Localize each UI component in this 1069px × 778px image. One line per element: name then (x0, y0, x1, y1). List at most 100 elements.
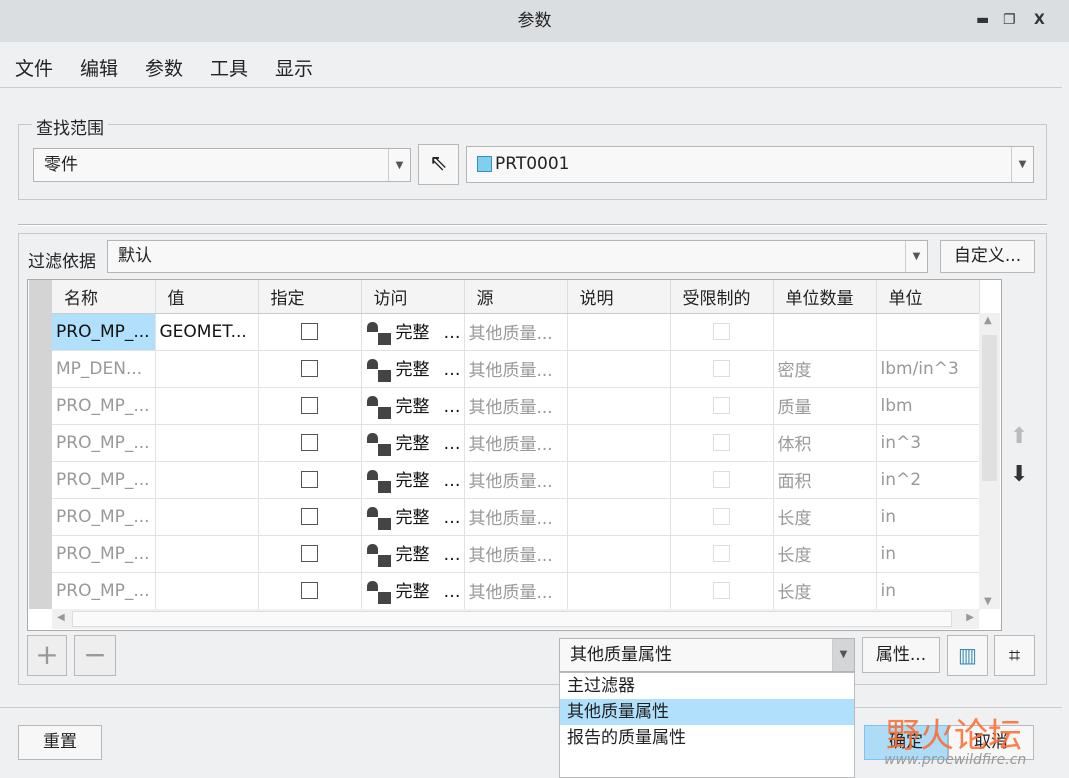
unit-cell[interactable]: in (876, 535, 980, 573)
menu-edit[interactable]: 编辑 (80, 54, 118, 81)
name-cell[interactable]: PRO_MP_... (52, 572, 156, 610)
scroll-thumb[interactable] (982, 335, 997, 481)
maximize-button[interactable]: ❐ (1003, 12, 1016, 28)
column-header[interactable]: 受限制的 (670, 280, 774, 314)
designate-checkbox[interactable] (301, 360, 318, 377)
table-columns-button[interactable]: ▥ (947, 635, 988, 676)
menu-parameters[interactable]: 参数 (145, 54, 183, 81)
table-row[interactable]: PRO_MP_... 完整 … 其他质量... 质量 lbm (52, 387, 980, 425)
description-cell[interactable] (567, 461, 671, 499)
value-cell[interactable] (155, 461, 259, 499)
option-other-mass-properties[interactable]: 其他质量属性 (560, 699, 854, 725)
unit-cell[interactable]: in (876, 572, 980, 610)
table-row[interactable]: MP_DEN... 完整 … 其他质量... 密度 lbm/in^3 (52, 350, 980, 388)
scope-type-select[interactable]: 零件 ▼ (33, 148, 411, 182)
column-header[interactable]: 访问 (361, 280, 465, 314)
designate-checkbox[interactable] (301, 545, 318, 562)
column-header[interactable]: 说明 (567, 280, 671, 314)
scroll-thumb[interactable] (72, 611, 952, 627)
customize-button[interactable]: 自定义... (940, 240, 1035, 273)
model-select[interactable]: PRT0001 ▼ (466, 146, 1034, 183)
description-cell[interactable] (567, 498, 671, 536)
access-cell[interactable]: 完整… (361, 387, 465, 425)
parameters-grid: 名称值指定 访问源说明 受限制的 单位数量 单位 PRO_MP_... GEOMET...… (52, 280, 980, 610)
value-cell[interactable] (155, 387, 259, 425)
close-button[interactable]: X (1034, 12, 1045, 28)
table-row[interactable]: PRO_MP_... GEOMET... 完整 … 其他质量... (52, 313, 980, 351)
column-header[interactable]: 单位 (876, 280, 980, 314)
designate-checkbox[interactable] (301, 434, 318, 451)
unit-cell[interactable] (876, 313, 980, 351)
value-cell[interactable] (155, 572, 259, 610)
unit-cell[interactable]: in^2 (876, 461, 980, 499)
value-cell[interactable]: GEOMET... (155, 313, 259, 351)
column-header[interactable]: 源 (464, 280, 568, 314)
table-row[interactable]: PRO_MP_... 完整 … 其他质量... 长度 in (52, 498, 980, 536)
designate-checkbox[interactable] (301, 323, 318, 340)
option-main-filter[interactable]: 主过滤器 (560, 673, 854, 699)
restricted-checkbox (713, 545, 730, 562)
source-cell: 其他质量... (464, 424, 568, 462)
unit-cell[interactable]: in^3 (876, 424, 980, 462)
name-cell[interactable]: PRO_MP_... (52, 498, 156, 536)
vertical-scrollbar[interactable]: ▲ ▼ (979, 313, 1000, 609)
name-cell[interactable]: PRO_MP_... (52, 424, 156, 462)
designate-checkbox[interactable] (301, 508, 318, 525)
column-header[interactable]: 单位数量 (773, 280, 877, 314)
value-cell[interactable] (155, 498, 259, 536)
description-cell[interactable] (567, 350, 671, 388)
description-cell[interactable] (567, 387, 671, 425)
move-down-icon[interactable]: ⬇ (1010, 462, 1028, 487)
description-cell[interactable] (567, 424, 671, 462)
value-cell[interactable] (155, 535, 259, 573)
table-row[interactable]: PRO_MP_... 完整 … 其他质量... 长度 in (52, 572, 980, 610)
find-button[interactable]: ⌗ (994, 635, 1035, 676)
minimize-button[interactable]: ▬ (976, 12, 989, 28)
parameter-set-select[interactable]: 其他质量属性 ▼ (559, 638, 855, 672)
access-cell[interactable]: 完整… (361, 350, 465, 388)
unit-cell[interactable]: lbm (876, 387, 980, 425)
unit-cell[interactable]: in (876, 498, 980, 536)
parameter-set-dropdown-list: 主过滤器 其他质量属性 报告的质量属性 (559, 672, 855, 778)
access-cell[interactable]: 完整… (361, 535, 465, 573)
properties-button[interactable]: 属性... (862, 637, 940, 673)
remove-parameter-button[interactable]: − (74, 635, 116, 676)
table-row[interactable]: PRO_MP_... 完整 … 其他质量... 面积 in^2 (52, 461, 980, 499)
select-pointer-button[interactable]: ⇖ (418, 144, 459, 185)
filter-select[interactable]: 默认 ▼ (107, 240, 928, 273)
menu-display[interactable]: 显示 (275, 54, 313, 81)
column-header[interactable]: 名称 (52, 280, 156, 314)
menu-tools[interactable]: 工具 (210, 54, 248, 81)
designate-checkbox[interactable] (301, 471, 318, 488)
description-cell[interactable] (567, 535, 671, 573)
horizontal-scrollbar[interactable]: ◀ ▶ (52, 609, 979, 629)
access-cell[interactable]: 完整… (361, 461, 465, 499)
option-reported-mass-properties[interactable]: 报告的质量属性 (560, 725, 854, 751)
name-cell[interactable]: PRO_MP_... (52, 461, 156, 499)
move-up-icon[interactable]: ⬆ (1010, 424, 1028, 449)
table-row[interactable]: PRO_MP_... 完整 … 其他质量... 长度 in (52, 535, 980, 573)
description-cell[interactable] (567, 572, 671, 610)
name-cell[interactable]: PRO_MP_... (52, 387, 156, 425)
access-cell[interactable]: 完整… (361, 572, 465, 610)
access-cell[interactable]: 完整… (361, 498, 465, 536)
name-cell[interactable]: MP_DEN... (52, 350, 156, 388)
designate-checkbox[interactable] (301, 582, 318, 599)
column-header[interactable]: 值 (155, 280, 259, 314)
name-cell[interactable]: PRO_MP_... (52, 313, 156, 351)
column-header[interactable]: 指定 (258, 280, 362, 314)
name-cell[interactable]: PRO_MP_... (52, 535, 156, 573)
columns-icon: ▥ (958, 643, 977, 667)
value-cell[interactable] (155, 424, 259, 462)
table-row[interactable]: PRO_MP_... 完整 … 其他质量... 体积 in^3 (52, 424, 980, 462)
unit-cell[interactable]: lbm/in^3 (876, 350, 980, 388)
designate-checkbox[interactable] (301, 397, 318, 414)
access-cell[interactable]: 完整… (361, 313, 465, 351)
value-cell[interactable] (155, 350, 259, 388)
menu-file[interactable]: 文件 (15, 54, 53, 81)
access-cell[interactable]: 完整… (361, 424, 465, 462)
reset-button[interactable]: 重置 (18, 725, 102, 760)
description-cell[interactable] (567, 313, 671, 351)
restricted-cell (670, 461, 774, 499)
add-parameter-button[interactable]: + (27, 635, 67, 676)
